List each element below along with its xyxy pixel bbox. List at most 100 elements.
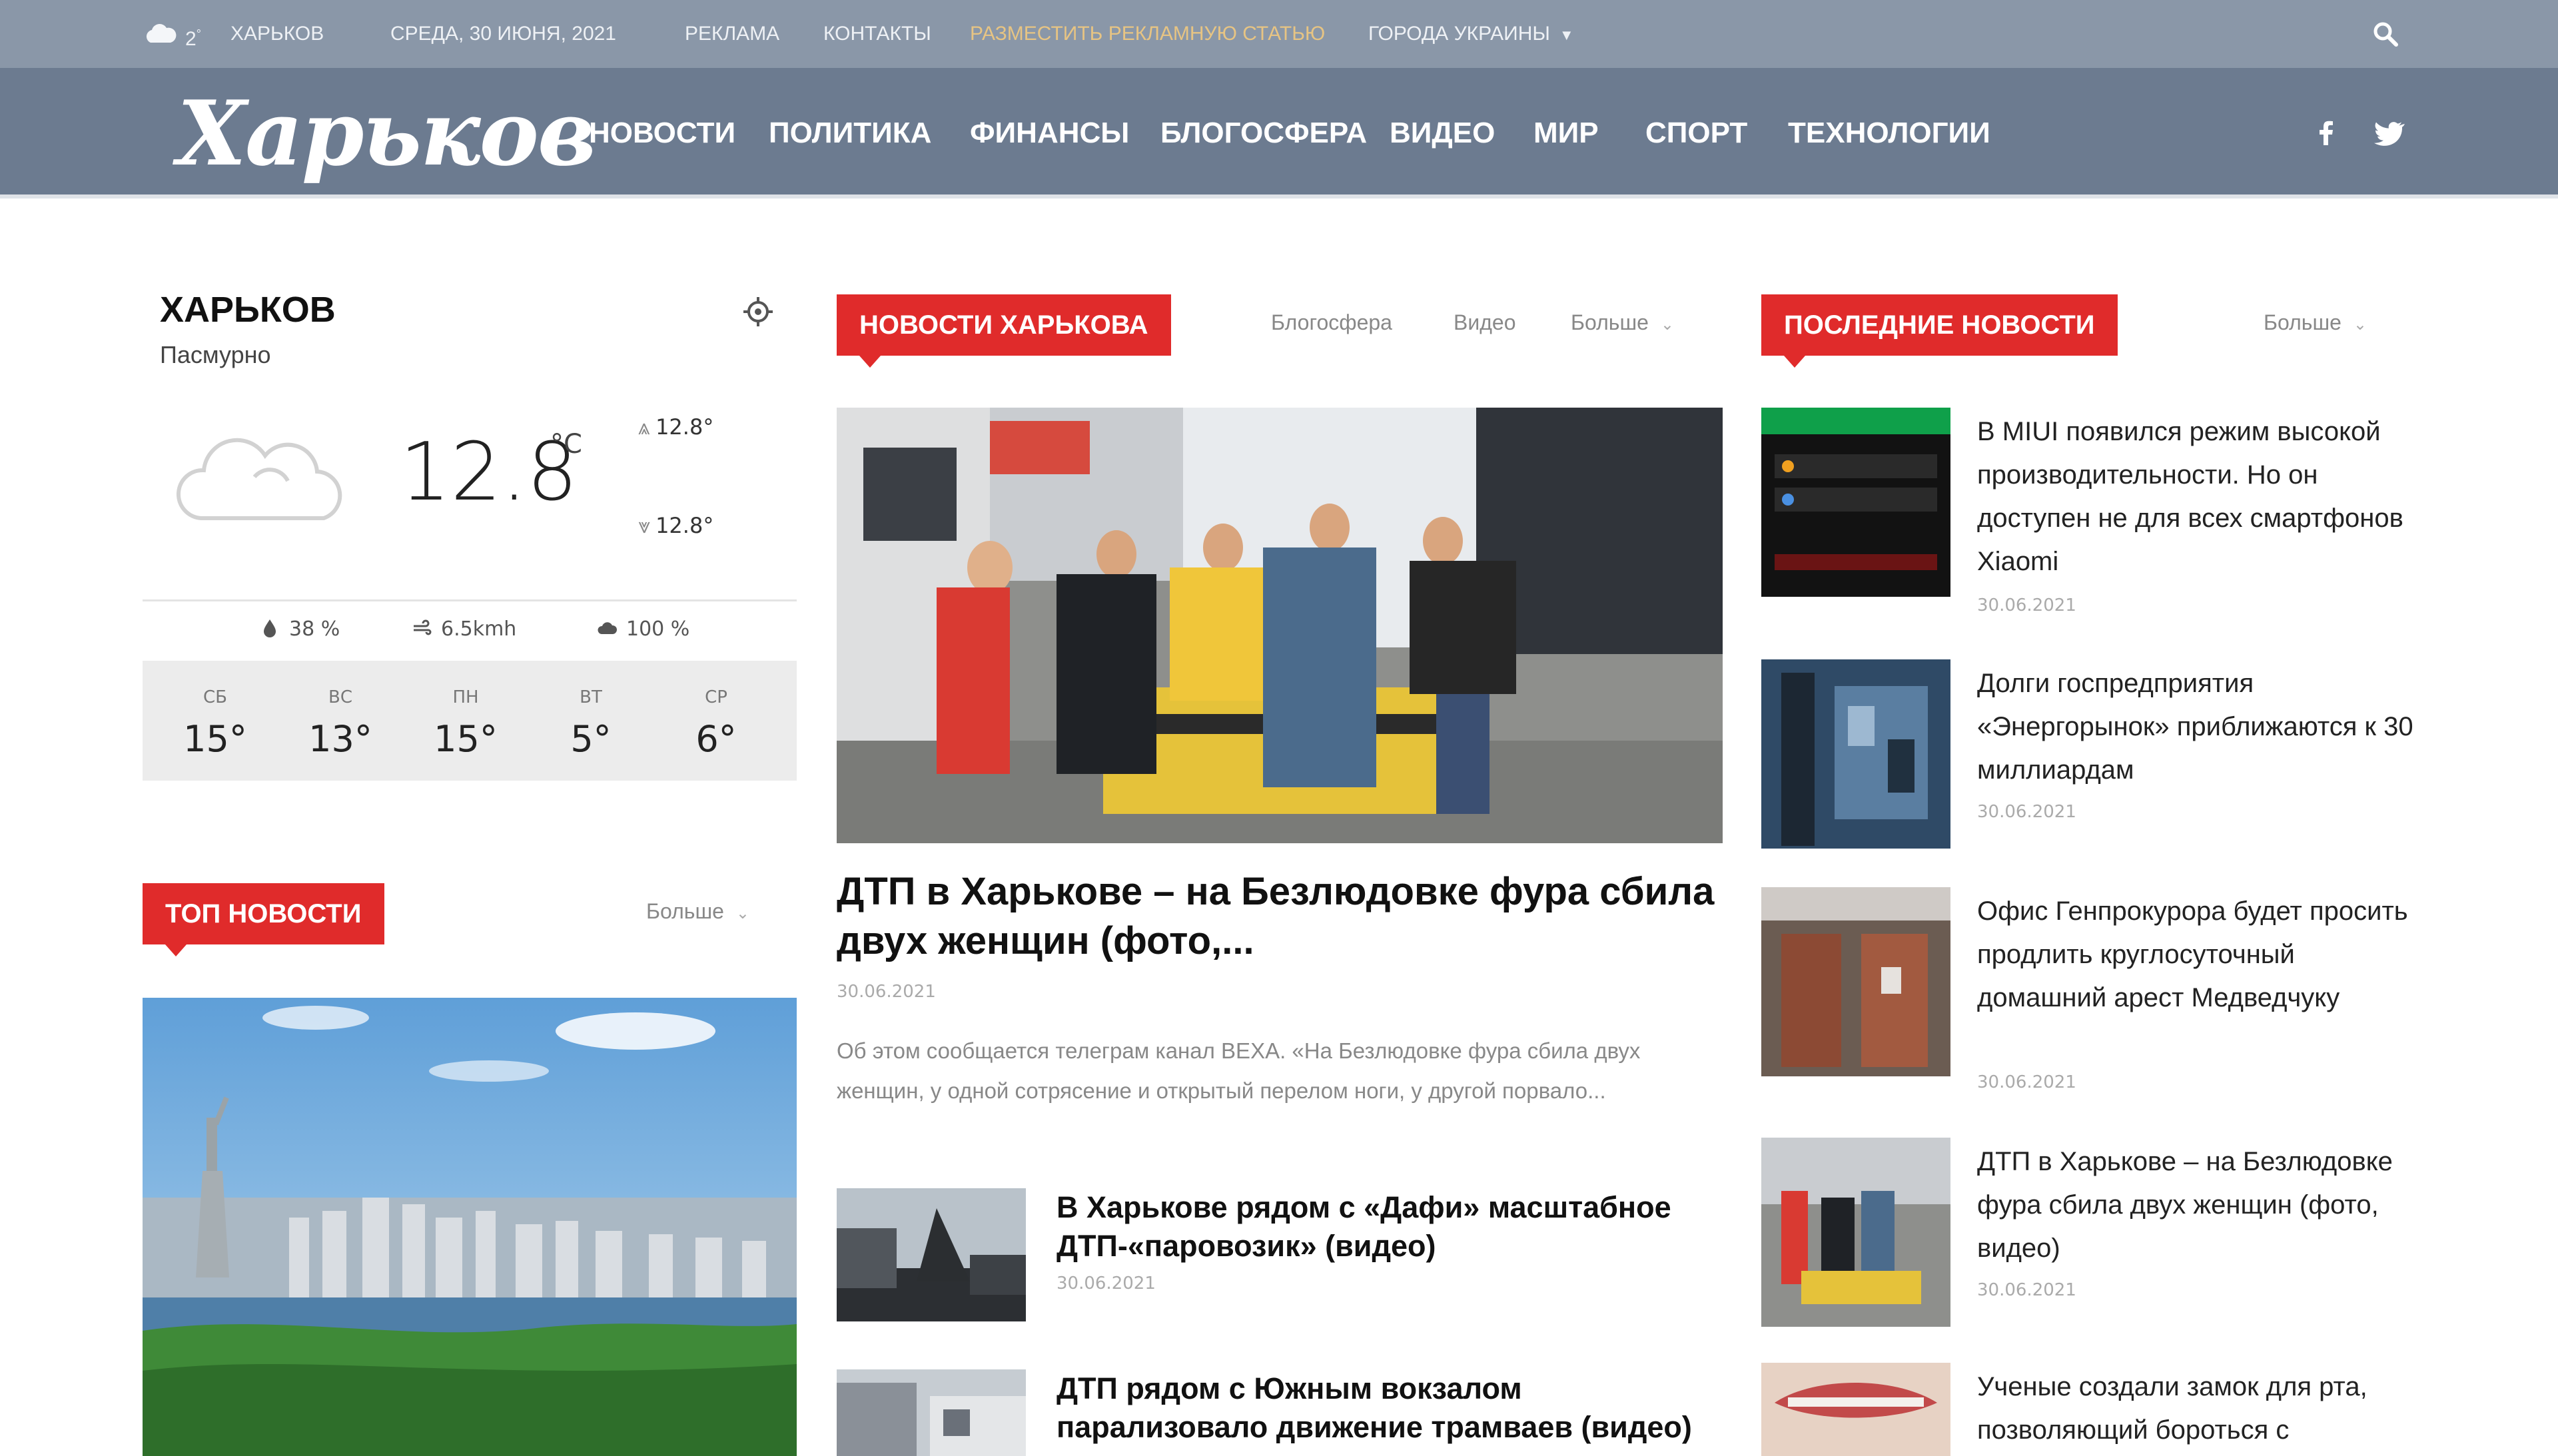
street-accident-image bbox=[837, 1188, 1026, 1321]
forecast-day-temp: 5° bbox=[570, 718, 612, 760]
prosecutor-office-image bbox=[1761, 887, 1950, 1076]
article-title[interactable]: В MIUI появился режим высокой производит… bbox=[1977, 410, 2427, 583]
contacts-link[interactable]: КОНТАКТЫ bbox=[823, 0, 931, 68]
more-label: Больше bbox=[2264, 310, 2342, 334]
advertising-link[interactable]: РЕКЛАМА bbox=[685, 0, 779, 68]
forecast-day-label: ВТ bbox=[580, 687, 602, 707]
weather-city: ХАРЬКОВ bbox=[160, 290, 336, 330]
nav-item-blogosphere[interactable]: БЛОГОСФЕРА bbox=[1160, 68, 1367, 198]
article-thumbnail[interactable] bbox=[1761, 1138, 1950, 1327]
latest-news-header: ПОСЛЕДНИЕ НОВОСТИ bbox=[1761, 294, 2118, 368]
arrow-up-icon: ⩓ bbox=[638, 414, 651, 440]
nav-item-news[interactable]: НОВОСТИ bbox=[589, 68, 735, 198]
weather-high: ⩓ 12.8° bbox=[638, 414, 713, 440]
weather-low: ⩔ 12.8° bbox=[638, 513, 713, 539]
main-article-image[interactable] bbox=[837, 408, 1723, 843]
weather-clouds: 100 % bbox=[597, 613, 689, 646]
latest-news-more[interactable]: Больше ⌄ bbox=[2264, 310, 2367, 335]
forecast-day-temp: 15° bbox=[434, 718, 498, 760]
weather-description: Пасмурно bbox=[160, 341, 271, 368]
forecast-day-temp: 15° bbox=[183, 718, 247, 760]
forecast-day: ВТ 5° bbox=[541, 661, 641, 760]
search-icon[interactable] bbox=[2371, 20, 2399, 48]
wind-icon bbox=[414, 619, 432, 635]
forecast-day-label: СР bbox=[705, 687, 727, 707]
article-date: 30.06.2021 bbox=[1977, 1072, 2076, 1092]
article-thumbnail[interactable] bbox=[837, 1188, 1026, 1321]
list-item[interactable]: В Харькове рядом с «Дафи» масштабное ДТП… bbox=[837, 1188, 1723, 1321]
accident-thumbnail-image bbox=[1761, 1138, 1950, 1327]
cloud-icon bbox=[176, 438, 342, 520]
forecast-day-temp: 13° bbox=[308, 718, 372, 760]
top-news-more[interactable]: Больше ⌄ bbox=[646, 899, 749, 924]
more-label: Больше bbox=[646, 899, 724, 923]
weather-unit: °C bbox=[550, 429, 582, 460]
weather-forecast: СБ 15° ВС 13° ПН 15° ВТ 5° СР 6° bbox=[143, 661, 797, 781]
kharkiv-news-more[interactable]: Больше ⌄ bbox=[1571, 310, 1674, 335]
topbar-temperature: 2° bbox=[185, 27, 201, 50]
forecast-day-label: ВС bbox=[328, 687, 352, 707]
article-title[interactable]: ДТП в Харькове – на Безлюдовке фура сбил… bbox=[1977, 1140, 2427, 1270]
list-item[interactable]: ДТП рядом с Южным вокзалом парализовало … bbox=[837, 1369, 1723, 1456]
topbar-city: ХАРЬКОВ bbox=[230, 23, 324, 45]
energy-plant-image bbox=[1761, 659, 1950, 849]
main-navbar: Харьков НОВОСТИ ПОЛИТИКА ФИНАНСЫ БЛОГОСФ… bbox=[0, 68, 2558, 198]
droplet-icon bbox=[264, 619, 276, 637]
more-label: Больше bbox=[1571, 310, 1649, 334]
twitter-icon[interactable] bbox=[2370, 115, 2407, 152]
nav-item-finance[interactable]: ФИНАНСЫ bbox=[970, 68, 1129, 198]
arrow-down-icon: ⩔ bbox=[638, 513, 651, 538]
chevron-down-icon: ▼ bbox=[1559, 27, 1574, 43]
forecast-day: ВС 13° bbox=[290, 661, 390, 760]
cities-dropdown[interactable]: ГОРОДА УКРАИНЫ ▼ bbox=[1368, 0, 1574, 68]
accident-photo bbox=[837, 408, 1723, 843]
top-news-image[interactable] bbox=[143, 998, 797, 1456]
top-news-header: ТОП НОВОСТИ bbox=[143, 883, 384, 956]
kyiv-landscape-image bbox=[143, 998, 797, 1456]
cloud-icon bbox=[598, 622, 617, 634]
article-thumbnail[interactable] bbox=[1761, 1363, 1950, 1456]
forecast-day-temp: 6° bbox=[695, 718, 737, 760]
weather-high-value: 12.8° bbox=[655, 414, 714, 440]
article-thumbnail[interactable] bbox=[1761, 659, 1950, 849]
weather-humidity: 38 % bbox=[260, 613, 340, 646]
location-icon[interactable] bbox=[742, 296, 774, 328]
article-thumbnail[interactable] bbox=[1761, 887, 1950, 1076]
nav-item-world[interactable]: МИР bbox=[1533, 68, 1599, 198]
nav-item-technology[interactable]: ТЕХНОЛОГИИ bbox=[1788, 68, 1990, 198]
article-date: 30.06.2021 bbox=[1977, 595, 2076, 615]
article-title[interactable]: Офис Генпрокурора будет просить продлить… bbox=[1977, 890, 2427, 1020]
kharkiv-news-header: НОВОСТИ ХАРЬКОВА bbox=[837, 294, 1171, 368]
weather-wind: 6.5kmh bbox=[412, 613, 516, 646]
article-thumbnail[interactable] bbox=[837, 1369, 1026, 1456]
forecast-day-label: ПН bbox=[452, 687, 479, 707]
cloud-icon bbox=[146, 24, 177, 43]
cities-dropdown-label: ГОРОДА УКРАИНЫ bbox=[1368, 23, 1550, 45]
article-thumbnail[interactable] bbox=[1761, 408, 1950, 597]
article-title[interactable]: Ученые создали замок для рта, позволяющи… bbox=[1977, 1365, 2427, 1452]
miui-screenshot-image bbox=[1761, 408, 1950, 597]
forecast-day-label: СБ bbox=[203, 687, 227, 707]
main-article-title[interactable]: ДТП в Харькове – на Безлюдовке фура сбил… bbox=[837, 867, 1723, 966]
nav-item-politics[interactable]: ПОЛИТИКА bbox=[769, 68, 931, 198]
site-logo[interactable]: Харьков bbox=[177, 75, 596, 192]
chevron-down-icon: ⌄ bbox=[735, 905, 750, 922]
nav-item-video[interactable]: ВИДЕО bbox=[1390, 68, 1495, 198]
chevron-down-icon: ⌄ bbox=[1660, 316, 1675, 334]
article-title[interactable]: Долги госпредприятия «Энергорынок» прибл… bbox=[1977, 662, 2427, 792]
tab-video[interactable]: Видео bbox=[1454, 310, 1515, 335]
main-article-excerpt: Об этом сообщается телеграм канал ВЕХА. … bbox=[837, 1038, 1641, 1103]
place-article-link[interactable]: РАЗМЕСТИТЬ РЕКЛАМНУЮ СТАТЬЮ bbox=[970, 0, 1325, 68]
weather-low-value: 12.8° bbox=[655, 513, 714, 538]
article-title[interactable]: ДТП рядом с Южным вокзалом парализовало … bbox=[1057, 1369, 1723, 1447]
weather-wind-value: 6.5kmh bbox=[441, 617, 517, 641]
tab-blogosphere[interactable]: Блогосфера bbox=[1271, 310, 1392, 335]
top-bar: 2° ХАРЬКОВ СРЕДА, 30 ИЮНЯ, 2021 РЕКЛАМА … bbox=[0, 0, 2558, 68]
nav-item-sport[interactable]: СПОРТ bbox=[1645, 68, 1747, 198]
article-date: 30.06.2021 bbox=[1057, 1274, 1156, 1293]
tram-image bbox=[837, 1369, 1026, 1456]
forecast-day: СБ 15° bbox=[165, 661, 265, 760]
facebook-icon[interactable] bbox=[2308, 115, 2345, 152]
mouth-lock-image bbox=[1761, 1363, 1950, 1456]
article-title[interactable]: В Харькове рядом с «Дафи» масштабное ДТП… bbox=[1057, 1188, 1723, 1266]
